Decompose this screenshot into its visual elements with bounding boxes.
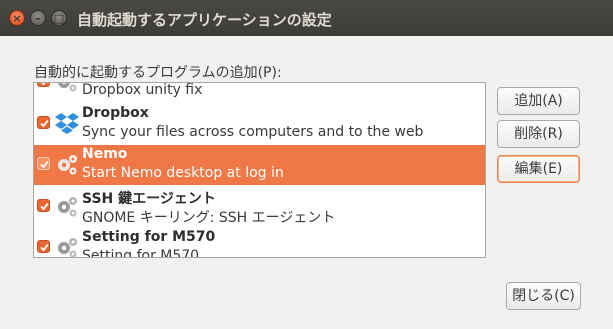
close-icon: × (12, 12, 22, 25)
window-maximize-button[interactable]: □ (51, 10, 67, 26)
enabled-checkbox[interactable] (37, 83, 50, 87)
gears-icon (58, 155, 77, 175)
enabled-checkbox[interactable] (37, 240, 50, 253)
program-description: Setting for M570 (82, 248, 200, 258)
program-list[interactable]: Dropbox unity fix Dropbox Sync your file… (33, 82, 486, 258)
program-description: GNOME キーリング: SSH エージェント (82, 210, 336, 226)
enabled-checkbox[interactable] (37, 116, 50, 129)
program-name: Dropbox (82, 105, 149, 121)
program-name: SSH 鍵エージェント (82, 191, 216, 207)
dropbox-icon (55, 113, 79, 134)
program-row[interactable]: Setting for M570 Setting for M570 (34, 228, 485, 258)
window-minimize-button[interactable]: – (30, 10, 46, 26)
program-description: Start Nemo desktop at log in (82, 165, 284, 181)
enabled-checkbox[interactable] (37, 157, 50, 170)
remove-button[interactable]: 削除(R) (497, 120, 580, 148)
program-row-selected[interactable]: Nemo Start Nemo desktop at log in (34, 145, 485, 185)
program-row[interactable]: Dropbox unity fix (34, 82, 485, 102)
program-row[interactable]: Dropbox Sync your files across computers… (34, 104, 485, 144)
program-description: Sync your files across computers and to … (82, 124, 424, 140)
program-name: Nemo (82, 146, 128, 162)
window-close-button[interactable]: × (9, 10, 25, 26)
add-button[interactable]: 追加(A) (497, 87, 580, 115)
maximize-icon: □ (53, 12, 65, 25)
startup-applications-window: × – □ 自動起動するアプリケーションの設定 自動的に起動するプログラムの追加… (0, 0, 613, 329)
title-bar: × – □ 自動起動するアプリケーションの設定 (0, 0, 613, 36)
close-button[interactable]: 閉じる(C) (506, 282, 581, 310)
program-list-label: 自動的に起動するプログラムの追加(P): (34, 65, 282, 81)
enabled-checkbox[interactable] (37, 199, 50, 212)
gears-icon (58, 197, 77, 217)
program-name: Setting for M570 (82, 229, 216, 245)
gears-icon (58, 83, 77, 92)
edit-button[interactable]: 編集(E) (497, 155, 580, 183)
program-row[interactable]: SSH 鍵エージェント GNOME キーリング: SSH エージェント (34, 187, 485, 227)
minimize-icon: – (35, 12, 41, 25)
program-description: Dropbox unity fix (82, 82, 203, 98)
gears-icon (58, 238, 77, 257)
window-title: 自動起動するアプリケーションの設定 (77, 11, 332, 29)
